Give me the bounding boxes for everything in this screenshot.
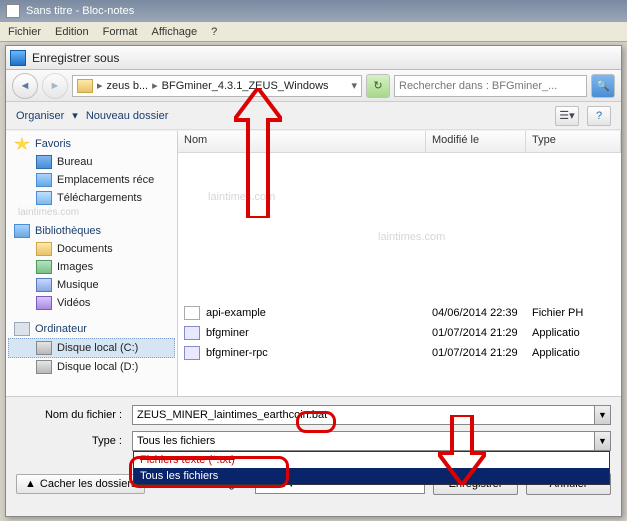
videos-icon	[36, 296, 52, 310]
chevron-down-icon[interactable]: ▾	[72, 109, 78, 122]
menu-view[interactable]: Affichage	[152, 26, 198, 38]
menu-help[interactable]: ?	[211, 26, 217, 38]
tree-libraries[interactable]: Bibliothèques	[8, 222, 175, 240]
chevron-down-icon[interactable]: ▼	[594, 432, 610, 450]
chevron-down-icon[interactable]: ▾	[351, 79, 357, 92]
tree-recent[interactable]: Emplacements réce	[8, 171, 175, 189]
breadcrumb-seg1[interactable]: zeus b...	[107, 80, 149, 92]
tree-downloads[interactable]: Téléchargements	[8, 189, 175, 207]
folder-icon	[77, 79, 93, 93]
file-row[interactable]: bfgminer 01/07/2014 21:29 Applicatio	[178, 323, 621, 343]
menu-file[interactable]: Fichier	[8, 26, 41, 38]
col-name[interactable]: Nom	[178, 131, 426, 152]
forward-button[interactable]: ►	[42, 73, 68, 99]
notepad-menubar: Fichier Edition Format Affichage ?	[0, 22, 627, 42]
notepad-titlebar: Sans titre - Bloc-notes	[0, 0, 627, 22]
downloads-icon	[36, 191, 52, 205]
chevron-right-icon: ▸	[152, 79, 158, 92]
tree-favorites[interactable]: Favoris	[8, 135, 175, 153]
computer-icon	[14, 322, 30, 336]
col-type[interactable]: Type	[526, 131, 621, 152]
tree-disk-c[interactable]: Disque local (C:)	[8, 338, 175, 358]
main-area: Favoris Bureau Emplacements réce Télécha…	[6, 131, 621, 396]
chevron-up-icon: ▲	[25, 478, 36, 490]
file-rows: laintimes.com laintimes.com api-example …	[178, 153, 621, 396]
save-icon	[10, 50, 26, 66]
disk-icon	[36, 341, 52, 355]
app-icon	[184, 346, 200, 360]
breadcrumb[interactable]: ▸ zeus b... ▸ BFGminer_4.3.1_ZEUS_Window…	[72, 75, 362, 97]
refresh-button[interactable]: ↻	[366, 74, 390, 98]
notepad-icon	[6, 4, 20, 18]
new-folder-button[interactable]: Nouveau dossier	[86, 110, 169, 122]
tree-music[interactable]: Musique	[8, 276, 175, 294]
watermark: laintimes.com	[8, 207, 175, 218]
tree-computer[interactable]: Ordinateur	[8, 320, 175, 338]
search-input[interactable]: Rechercher dans : BFGminer_...	[394, 75, 587, 97]
recent-icon	[36, 173, 52, 187]
back-button[interactable]: ◄	[12, 73, 38, 99]
tree-videos[interactable]: Vidéos	[8, 294, 175, 312]
file-row[interactable]: api-example 04/06/2014 22:39 Fichier PH	[178, 303, 621, 323]
nav-tree: Favoris Bureau Emplacements réce Télécha…	[6, 131, 178, 396]
menu-edit[interactable]: Edition	[55, 26, 89, 38]
help-button[interactable]: ?	[587, 106, 611, 126]
column-headers: Nom Modifié le Type	[178, 131, 621, 153]
dialog-titlebar[interactable]: Enregistrer sous	[6, 46, 621, 70]
tree-documents[interactable]: Documents	[8, 240, 175, 258]
type-label: Type :	[16, 435, 126, 447]
organize-button[interactable]: Organiser	[16, 110, 64, 122]
col-date[interactable]: Modifié le	[426, 131, 526, 152]
tree-disk-d[interactable]: Disque local (D:)	[8, 358, 175, 376]
menu-format[interactable]: Format	[103, 26, 138, 38]
disk-icon	[36, 360, 52, 374]
tree-desktop[interactable]: Bureau	[8, 153, 175, 171]
filename-input[interactable]: ZEUS_MINER_laintimes_earthcoin.bat ▼	[132, 405, 611, 425]
desktop-icon	[36, 155, 52, 169]
search-placeholder: Rechercher dans : BFGminer_...	[399, 80, 557, 92]
notepad-title-text: Sans titre - Bloc-notes	[26, 5, 134, 17]
type-option-all[interactable]: Tous les fichiers	[134, 468, 609, 484]
nav-bar: ◄ ► ▸ zeus b... ▸ BFGminer_4.3.1_ZEUS_Wi…	[6, 70, 621, 102]
libraries-icon	[14, 224, 30, 238]
type-select[interactable]: Tous les fichiers ▼ Fichiers texte (*.tx…	[132, 431, 611, 451]
tree-images[interactable]: Images	[8, 258, 175, 276]
save-as-dialog: Enregistrer sous ◄ ► ▸ zeus b... ▸ BFGmi…	[5, 45, 622, 517]
chevron-right-icon: ▸	[97, 79, 103, 92]
images-icon	[36, 260, 52, 274]
dialog-title-text: Enregistrer sous	[32, 51, 119, 65]
bottom-form: Nom du fichier : ZEUS_MINER_laintimes_ea…	[6, 396, 621, 516]
file-row[interactable]: bfgminer-rpc 01/07/2014 21:29 Applicatio	[178, 343, 621, 363]
file-icon	[184, 306, 200, 320]
file-list: Nom Modifié le Type laintimes.com lainti…	[178, 131, 621, 396]
documents-icon	[36, 242, 52, 256]
chevron-down-icon[interactable]: ▼	[594, 406, 610, 424]
toolbar: Organiser ▾ Nouveau dossier ☰▾ ?	[6, 102, 621, 130]
star-icon	[14, 137, 30, 151]
view-mode-button[interactable]: ☰▾	[555, 106, 579, 126]
hide-folders-button[interactable]: ▲ Cacher les dossiers	[16, 474, 145, 494]
type-option-txt[interactable]: Fichiers texte (*.txt)	[134, 452, 609, 468]
app-icon	[184, 326, 200, 340]
type-dropdown: Fichiers texte (*.txt) Tous les fichiers	[133, 451, 610, 485]
music-icon	[36, 278, 52, 292]
filename-label: Nom du fichier :	[16, 409, 126, 421]
breadcrumb-seg2[interactable]: BFGminer_4.3.1_ZEUS_Windows	[162, 80, 329, 92]
search-button[interactable]: 🔍	[591, 74, 615, 98]
